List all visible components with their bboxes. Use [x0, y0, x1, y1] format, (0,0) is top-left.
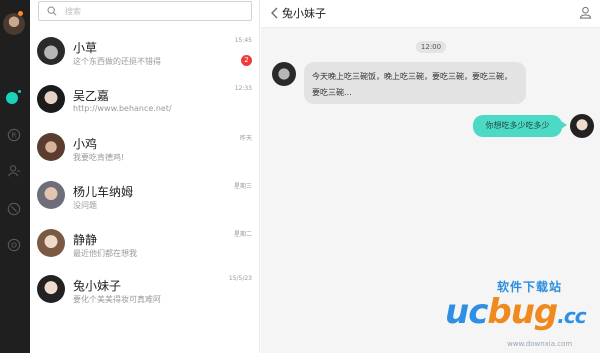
watermark-url: www.downxia.com: [507, 340, 573, 348]
contact-name: 小草: [73, 41, 98, 55]
contact-name: 小鸡: [73, 137, 98, 151]
message-preview: http://www.behance.net/: [73, 104, 172, 113]
svg-text:R: R: [11, 132, 16, 140]
avatar: [37, 275, 65, 303]
contacts-icon[interactable]: [6, 163, 22, 179]
search-icon: [47, 6, 57, 16]
avatar: [37, 85, 65, 113]
chat-header: 兔小妹子: [261, 0, 600, 28]
at-icon[interactable]: [6, 237, 22, 253]
sender-avatar: [272, 62, 296, 86]
my-message-avatar: [570, 114, 594, 138]
conversation-item[interactable]: 杨儿车纳姆 没问题 星期三: [30, 177, 260, 225]
message-timestamp: 12:00: [416, 41, 446, 53]
message-time: 星期二: [233, 231, 252, 238]
my-avatar[interactable]: [3, 13, 25, 35]
message-preview: 要化个美美得妆可真难阿: [73, 295, 161, 304]
message-time: 15:45: [234, 37, 252, 44]
contact-name: 兔小妹子: [73, 279, 122, 293]
status-dot: [18, 11, 23, 16]
conversation-list: 小草 这个东西做的还挺不错得 15:45 2 吴乙嘉 http://www.be…: [30, 0, 260, 353]
avatar: [37, 133, 65, 161]
back-chevron-icon[interactable]: [269, 6, 281, 20]
conversation-item[interactable]: 小草 这个东西做的还挺不错得 15:45 2: [30, 33, 260, 81]
conversation-item[interactable]: 吴乙嘉 http://www.behance.net/ 12:33: [30, 81, 260, 129]
contact-name: 吴乙嘉: [73, 89, 110, 103]
watermark: 软件下载站 ucbug.cc www.downxia.com: [445, 268, 600, 353]
search-box[interactable]: [38, 1, 252, 21]
outgoing-message: 你想吃多少吃多少: [473, 115, 567, 137]
chat-title: 兔小妹子: [282, 7, 326, 20]
chat-icon[interactable]: [6, 90, 21, 104]
search-input[interactable]: [65, 6, 235, 16]
watermark-logo: ucbug.cc: [445, 292, 587, 332]
message-preview: 这个东西做的还挺不错得: [73, 57, 161, 66]
conversation-item[interactable]: 静静 最近他们都在想我 星期二: [30, 225, 260, 273]
conversation-item[interactable]: 小鸡 我要吃肯德鸡! 昨天: [30, 129, 260, 177]
avatar: [37, 229, 65, 257]
incoming-message: 今天晚上吃三碗饭，晚上吃三碗，要吃三碗，要吃三碗，要吃三碗...: [304, 62, 526, 104]
message-preview: 没问题: [73, 201, 97, 210]
message-time: 15/5/23: [228, 275, 252, 282]
avatar: [37, 37, 65, 65]
compass-icon[interactable]: [6, 201, 22, 217]
conversation-item[interactable]: 兔小妹子 要化个美美得妆可真难阿 15/5/23: [30, 271, 260, 319]
unread-badge: 2: [241, 55, 252, 66]
avatar: [37, 181, 65, 209]
profile-icon[interactable]: [579, 6, 592, 19]
contact-name: 静静: [73, 233, 98, 247]
message-time: 昨天: [239, 135, 252, 142]
message-preview: 最近他们都在想我: [73, 249, 137, 258]
registered-icon[interactable]: R: [6, 127, 22, 143]
message-time: 星期三: [233, 183, 252, 190]
contact-name: 杨儿车纳姆: [73, 185, 134, 199]
nav-rail: R: [0, 0, 30, 353]
message-time: 12:33: [234, 85, 252, 92]
message-preview: 我要吃肯德鸡!: [73, 153, 125, 162]
